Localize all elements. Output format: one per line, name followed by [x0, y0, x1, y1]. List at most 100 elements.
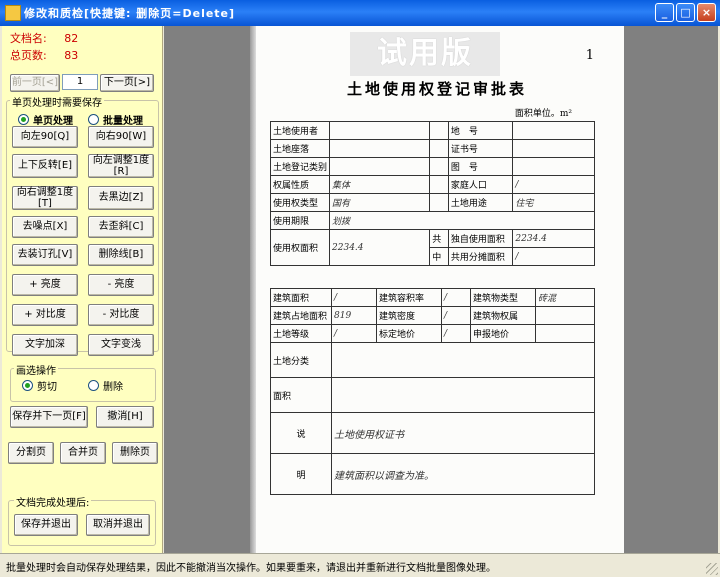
table-cell	[512, 139, 595, 158]
table-row: 说 土地使用权证书	[270, 412, 595, 454]
table-cell: 建筑容积率	[376, 288, 442, 307]
table-cell: 土地使用权证书	[331, 412, 595, 454]
table-cell: 819	[331, 306, 377, 325]
deskew-button[interactable]: 去歪斜[C]	[88, 216, 154, 238]
flip-button[interactable]: 上下反转[E]	[12, 154, 78, 178]
table-cell: /	[512, 175, 595, 194]
status-bar: 批量处理时会自动保存处理结果，因此不能撤消当次操作。如果要重来，请退出并重新进行…	[0, 553, 720, 577]
resize-grip-icon[interactable]	[706, 563, 718, 575]
table-cell	[331, 377, 595, 413]
page-number-input[interactable]: 1	[62, 74, 98, 90]
minimize-button[interactable]: _	[655, 3, 674, 22]
table-cell: 标定地价	[376, 324, 442, 343]
undo-button[interactable]: 撤消[H]	[96, 406, 154, 428]
lighten-text-button[interactable]: 文字变浅	[88, 334, 154, 356]
table-cell: 建筑物类型	[470, 288, 536, 307]
cancel-exit-button[interactable]: 取消并退出	[86, 514, 150, 536]
table-cell: 说	[270, 412, 332, 454]
table-cell: /	[331, 324, 377, 343]
table-cell: 土地使用者	[269, 121, 331, 140]
table-cell: 中	[429, 247, 449, 266]
save-next-button[interactable]: 保存并下一页[F]	[10, 406, 88, 428]
brightness-up-button[interactable]: + 亮度	[12, 274, 78, 296]
app-icon	[5, 5, 21, 21]
table-cell: 共	[429, 229, 449, 248]
merge-page-button[interactable]: 合并页	[60, 442, 106, 464]
table-cell: 图 号	[447, 157, 514, 176]
prev-page-button[interactable]: 前一页[<]	[10, 74, 60, 92]
remove-black-edge-button[interactable]: 去黑边[Z]	[88, 186, 154, 210]
table-cell	[329, 121, 431, 140]
table-cell	[329, 157, 431, 176]
cut-radio[interactable]: 剪切	[22, 378, 57, 393]
delete-label: 删除	[103, 382, 123, 393]
radio-empty-icon	[88, 114, 99, 125]
table-cell: /	[441, 306, 471, 325]
adjust-left-button[interactable]: 向左调整1度 [R]	[88, 154, 154, 178]
table-row: 明 建筑面积以调查为准。	[270, 453, 595, 495]
table-cell: 砖混	[535, 288, 595, 307]
table-cell	[512, 157, 595, 176]
radio-selected-icon	[22, 380, 33, 391]
brightness-down-button[interactable]: - 亮度	[88, 274, 154, 296]
maximize-button[interactable]: □	[676, 3, 695, 22]
next-page-button[interactable]: 下一页[>]	[100, 74, 154, 92]
table-row: 土地分类	[270, 342, 595, 378]
split-page-button[interactable]: 分割页	[8, 442, 54, 464]
table-cell: 土地分类	[270, 342, 332, 378]
table-cell: 建筑占地面积	[270, 306, 332, 325]
remove-lines-button[interactable]: 删除线[B]	[88, 244, 154, 266]
table-row: 权属性质 集体 家庭人口 /	[269, 175, 595, 194]
registration-table: 土地使用者 地 号 土地座落 证书号 土地登记类别 图 号 权属性质 集体 家庭…	[269, 121, 595, 266]
table-cell: 使用权类型	[269, 193, 331, 212]
contrast-up-button[interactable]: + 对比度	[12, 304, 78, 326]
delete-page-button[interactable]: 删除页	[112, 442, 158, 464]
single-page-group-title: 单页处理时需要保存	[10, 94, 104, 109]
table-row: 使用权类型 国有 土地用途 住宅	[269, 193, 595, 212]
darken-text-button[interactable]: 文字加深	[12, 334, 78, 356]
table-cell: 集体	[329, 175, 431, 194]
table-cell	[512, 121, 595, 140]
table-row: 建筑占地面积 819 建筑密度 / 建筑物权属	[270, 306, 595, 325]
mode-single-label: 单页处理	[33, 116, 73, 127]
rotate-left-button[interactable]: 向左90[Q]	[12, 126, 78, 148]
total-pages-label: 总页数:	[10, 49, 47, 62]
scanned-page[interactable]: 试用版 1 土地使用权登记审批表 面积单位。m² 土地使用者 地 号 土地座落 …	[250, 26, 624, 553]
title-bar: 修改和质检[快捷键: 删除页=Delete] _ □ ×	[0, 0, 720, 26]
table-cell: 建筑面积以调查为准。	[331, 453, 595, 495]
table-cell: 国有	[329, 193, 431, 212]
mode-batch-label: 批量处理	[103, 116, 143, 127]
contrast-down-button[interactable]: - 对比度	[88, 304, 154, 326]
rotate-right-button[interactable]: 向右90[W]	[88, 126, 154, 148]
table-cell	[429, 193, 449, 212]
area-unit: 面积单位。m²	[514, 109, 572, 119]
window-title: 修改和质检[快捷键: 删除页=Delete]	[24, 7, 236, 20]
mode-single-radio[interactable]: 单页处理	[18, 112, 73, 127]
remove-holes-button[interactable]: 去装订孔[V]	[12, 244, 78, 266]
table-cell: 使用期限	[269, 211, 331, 230]
table-row: 使用期限 划拨	[269, 211, 595, 230]
control-panel: 文档名: 82 总页数: 83 前一页[<] 1 下一页[>] 单页处理时需要保…	[2, 26, 163, 553]
radio-empty-icon	[88, 380, 99, 391]
table-cell: /	[441, 288, 471, 307]
table-cell: /	[441, 324, 471, 343]
image-viewer[interactable]: 试用版 1 土地使用权登记审批表 面积单位。m² 土地使用者 地 号 土地座落 …	[164, 26, 718, 553]
doc-name-row: 文档名: 82	[10, 30, 78, 46]
table-cell: 建筑密度	[376, 306, 442, 325]
adjust-right-button[interactable]: 向右调整1度 [T]	[12, 186, 78, 210]
mode-batch-radio[interactable]: 批量处理	[88, 112, 143, 127]
table-cell: 划拨	[329, 211, 595, 230]
table-cell: 土地等级	[270, 324, 332, 343]
table-cell: 面积	[270, 377, 332, 413]
done-group-title: 文档完成处理后:	[14, 494, 92, 509]
close-button[interactable]: ×	[697, 3, 716, 22]
table-cell: 地 号	[447, 121, 514, 140]
delete-radio[interactable]: 删除	[88, 378, 123, 393]
trial-watermark: 试用版	[350, 32, 500, 76]
page-number: 1	[585, 48, 594, 63]
table-cell: /	[512, 247, 595, 266]
table-cell: 建筑物权属	[470, 306, 536, 325]
denoise-button[interactable]: 去噪点[X]	[12, 216, 78, 238]
save-exit-button[interactable]: 保存并退出	[14, 514, 78, 536]
table-row: 土地登记类别 图 号	[269, 157, 595, 176]
